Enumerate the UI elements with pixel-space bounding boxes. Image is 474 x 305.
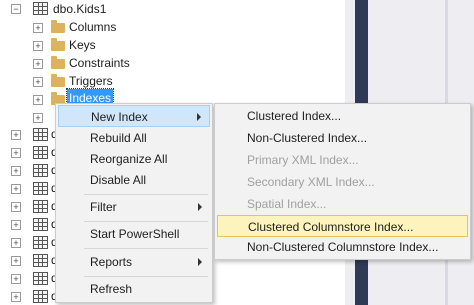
menu-separator bbox=[84, 221, 208, 222]
tree-node-table[interactable]: + d bbox=[0, 143, 60, 161]
tree-node-table[interactable]: + d bbox=[0, 233, 60, 251]
tree-node-table[interactable]: + d bbox=[0, 161, 60, 179]
menu-item-label: Primary XML Index... bbox=[247, 153, 359, 167]
expand-icon[interactable]: + bbox=[11, 256, 21, 266]
menu-item-label: Disable All bbox=[90, 173, 147, 187]
new-index-submenu: Clustered Index... Non-Clustered Index..… bbox=[214, 103, 471, 260]
menu-item-label: Reports bbox=[90, 255, 133, 269]
expand-icon[interactable]: + bbox=[11, 184, 21, 194]
menu-item-rebuild-all[interactable]: Rebuild All bbox=[58, 127, 210, 149]
submenu-arrow-icon bbox=[198, 258, 202, 266]
tree-node-label: Columns bbox=[69, 20, 117, 34]
tree-node-constraints[interactable]: + Constraints bbox=[0, 54, 200, 72]
expand-icon[interactable]: + bbox=[33, 113, 43, 123]
menu-item-label: Start PowerShell bbox=[90, 227, 180, 241]
menu-item-label: Rebuild All bbox=[90, 131, 147, 145]
menu-item-label: Clustered Columnstore Index... bbox=[248, 220, 414, 234]
menu-item-reports[interactable]: Reports bbox=[58, 251, 210, 273]
tree-node-label: Triggers bbox=[69, 74, 113, 88]
expand-icon[interactable]: + bbox=[33, 77, 43, 87]
menu-item-label: Spatial Index... bbox=[247, 197, 327, 211]
table-icon bbox=[33, 2, 48, 15]
menu-item-filter[interactable]: Filter bbox=[58, 196, 210, 218]
submenu-arrow-icon bbox=[198, 203, 202, 211]
expand-icon[interactable]: + bbox=[11, 166, 21, 176]
folder-icon bbox=[51, 20, 65, 33]
tree-node-table[interactable]: + d bbox=[0, 287, 60, 305]
menu-item-new-index[interactable]: New Index bbox=[58, 105, 210, 127]
context-menu: New Index Rebuild All Reorganize All Dis… bbox=[55, 103, 213, 303]
expand-icon[interactable]: + bbox=[11, 130, 21, 140]
expand-icon[interactable]: + bbox=[11, 220, 21, 230]
submenu-arrow-icon bbox=[197, 113, 201, 121]
tree-node-table[interactable]: + d bbox=[0, 179, 60, 197]
table-icon bbox=[33, 182, 48, 195]
menu-item-start-powershell[interactable]: Start PowerShell bbox=[58, 223, 210, 245]
menu-item-spatial-index: Spatial Index... bbox=[217, 193, 468, 215]
tree-node-table[interactable]: + bbox=[0, 107, 60, 125]
table-icon bbox=[33, 272, 48, 285]
expand-icon[interactable]: + bbox=[11, 148, 21, 158]
tree-node-table[interactable]: + d bbox=[0, 197, 60, 215]
table-icon bbox=[33, 218, 48, 231]
tree-node-keys[interactable]: + Keys bbox=[0, 36, 200, 54]
tree-node-triggers[interactable]: + Triggers bbox=[0, 72, 200, 90]
tree-node-label: Constraints bbox=[69, 56, 130, 70]
tree-node-table[interactable]: + d bbox=[0, 269, 60, 287]
menu-item-refresh[interactable]: Refresh bbox=[58, 278, 210, 300]
menu-item-label: New Index bbox=[91, 110, 148, 124]
expand-icon[interactable]: + bbox=[33, 23, 43, 33]
table-icon bbox=[33, 290, 48, 303]
table-icon bbox=[33, 128, 48, 141]
tree-node-label: dbo.Kids1 bbox=[53, 2, 107, 16]
menu-item-label: Non-Clustered Index... bbox=[247, 131, 368, 145]
table-icon bbox=[33, 146, 48, 159]
menu-item-reorganize-all[interactable]: Reorganize All bbox=[58, 148, 210, 170]
menu-separator bbox=[84, 194, 208, 195]
tree-node-table[interactable]: + d bbox=[0, 125, 60, 143]
menu-item-non-clustered-index[interactable]: Non-Clustered Index... bbox=[217, 127, 468, 149]
tree-node-table[interactable]: + d bbox=[0, 215, 60, 233]
expand-icon[interactable]: + bbox=[11, 292, 21, 302]
expand-icon[interactable]: + bbox=[11, 238, 21, 248]
table-icon bbox=[33, 254, 48, 267]
menu-separator bbox=[84, 276, 208, 277]
menu-item-clustered-index[interactable]: Clustered Index... bbox=[217, 105, 468, 127]
menu-item-label: Reorganize All bbox=[90, 152, 168, 166]
collapse-icon[interactable]: − bbox=[11, 4, 21, 14]
folder-icon bbox=[51, 38, 65, 51]
menu-separator bbox=[84, 248, 208, 249]
tree-node-table[interactable]: + d bbox=[0, 251, 60, 269]
expand-icon[interactable]: + bbox=[33, 59, 43, 69]
menu-item-non-clustered-columnstore-index[interactable]: Non-Clustered Columnstore Index... bbox=[217, 236, 468, 258]
expand-icon[interactable]: + bbox=[33, 95, 43, 105]
menu-item-disable-all[interactable]: Disable All bbox=[58, 169, 210, 191]
tree-node-columns[interactable]: + Columns bbox=[0, 18, 200, 36]
expand-icon[interactable]: + bbox=[11, 202, 21, 212]
expand-icon[interactable]: + bbox=[33, 41, 43, 51]
table-icon bbox=[33, 236, 48, 249]
tree-node-label: Keys bbox=[69, 38, 96, 52]
folder-icon bbox=[51, 74, 65, 87]
menu-item-secondary-xml-index: Secondary XML Index... bbox=[217, 171, 468, 193]
menu-item-primary-xml-index: Primary XML Index... bbox=[217, 149, 468, 171]
table-icon bbox=[33, 164, 48, 177]
folder-icon bbox=[51, 56, 65, 69]
menu-item-label: Non-Clustered Columnstore Index... bbox=[247, 240, 439, 254]
menu-item-label: Secondary XML Index... bbox=[247, 175, 375, 189]
menu-item-label: Filter bbox=[90, 200, 117, 214]
menu-item-label: Clustered Index... bbox=[247, 109, 342, 123]
menu-item-label: Refresh bbox=[90, 282, 133, 296]
expand-icon[interactable]: + bbox=[11, 274, 21, 284]
menu-item-clustered-columnstore-index[interactable]: Clustered Columnstore Index... bbox=[217, 215, 468, 237]
tree-node-table[interactable]: − dbo.Kids1 bbox=[0, 0, 200, 18]
table-icon bbox=[33, 200, 48, 213]
